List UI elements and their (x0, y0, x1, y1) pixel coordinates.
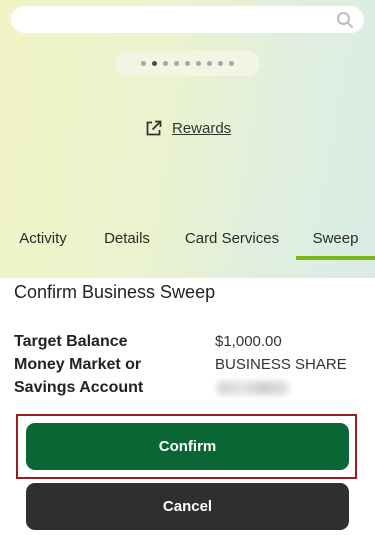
carousel-dot[interactable] (185, 61, 190, 66)
carousel-dot[interactable] (207, 61, 212, 66)
rewards-link[interactable]: Rewards (145, 118, 231, 138)
target-balance-row: Target Balance $1,000.00 (14, 330, 364, 353)
account-row: Money Market or Savings Account BUSINESS… (14, 353, 364, 399)
target-balance-value: $1,000.00 (215, 333, 282, 350)
tab-sweep[interactable]: Sweep (296, 224, 375, 260)
cancel-button[interactable]: Cancel (26, 483, 349, 530)
account-name-value: BUSINESS SHARE (215, 356, 347, 373)
page-title: Confirm Business Sweep (14, 282, 216, 302)
carousel-dot[interactable] (163, 61, 168, 66)
carousel-indicator[interactable] (115, 51, 260, 76)
rewards-label[interactable]: Rewards (172, 120, 231, 137)
carousel-dot[interactable] (141, 61, 146, 66)
search-icon[interactable] (336, 11, 354, 29)
sweep-summary: Target Balance $1,000.00 Money Market or… (14, 330, 364, 399)
tab-card-services[interactable]: Card Services (178, 224, 286, 260)
carousel-dot[interactable] (196, 61, 201, 66)
search-input[interactable] (11, 6, 364, 33)
carousel-dot-active[interactable] (152, 61, 157, 66)
account-label: Money Market or Savings Account (14, 356, 144, 396)
account-tabs: Activity Details Card Services Sweep (0, 224, 375, 260)
tab-activity[interactable]: Activity (10, 224, 76, 260)
carousel-dot[interactable] (229, 61, 234, 66)
external-link-icon (146, 120, 162, 135)
carousel-dot[interactable] (174, 61, 179, 66)
carousel-dot[interactable] (218, 61, 223, 66)
masked-account-number (217, 381, 289, 395)
account-header-panel: Rewards Activity Details Card Services S… (0, 0, 375, 278)
target-balance-label: Target Balance (14, 333, 128, 350)
tab-details[interactable]: Details (96, 224, 158, 260)
confirm-button[interactable]: Confirm (26, 423, 349, 470)
